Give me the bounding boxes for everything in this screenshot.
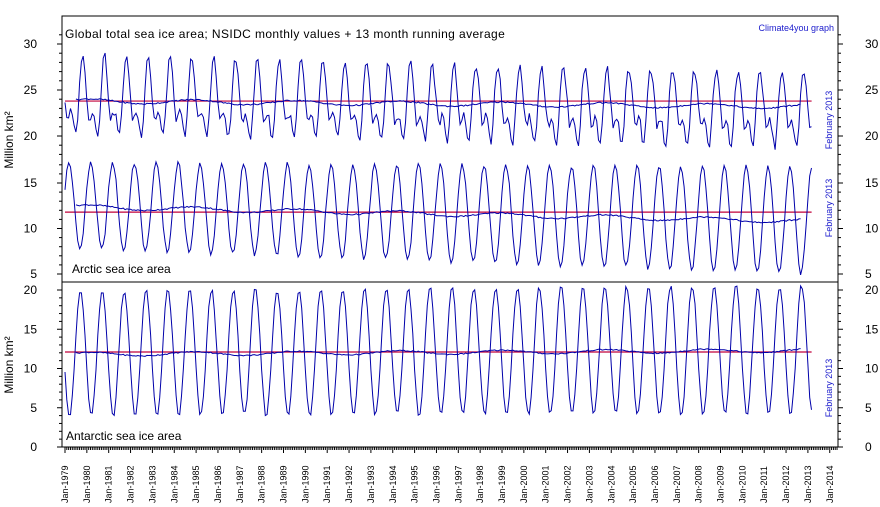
xtick-label-Jan-1993: Jan-1993 bbox=[366, 465, 376, 503]
ytick-label-right-antarctic-5: 5 bbox=[865, 401, 872, 415]
xtick-label-Jan-2009: Jan-2009 bbox=[716, 465, 726, 503]
series-monthly-antarctic bbox=[64, 284, 812, 417]
xtick-label-Jan-1990: Jan-1990 bbox=[300, 465, 310, 503]
date-label-antarctic: February 2013 bbox=[824, 359, 834, 418]
ytick-label-left-antarctic-15: 15 bbox=[24, 322, 38, 336]
xtick-label-Jan-1996: Jan-1996 bbox=[431, 465, 441, 503]
xtick-label-Jan-2006: Jan-2006 bbox=[650, 465, 660, 503]
ytick-label-right-antarctic-15: 15 bbox=[865, 322, 879, 336]
ytick-label-left-arctic-5: 5 bbox=[30, 267, 37, 281]
xtick-label-Jan-2013: Jan-2013 bbox=[803, 465, 813, 503]
xtick-label-Jan-1992: Jan-1992 bbox=[344, 465, 354, 503]
xtick-label-Jan-1983: Jan-1983 bbox=[147, 465, 157, 503]
ytick-label-right-global-30: 30 bbox=[865, 37, 879, 51]
ytick-label-right-global-20: 20 bbox=[865, 129, 879, 143]
chart-title: Global total sea ice area; NSIDC monthly… bbox=[65, 27, 505, 41]
sea-ice-chart: Global total sea ice area; NSIDC monthly… bbox=[2, 15, 879, 503]
ytick-label-left-antarctic-0: 0 bbox=[30, 440, 37, 454]
ytick-label-right-arctic-10: 10 bbox=[865, 222, 879, 236]
ytick-label-left-arctic-15: 15 bbox=[24, 176, 38, 190]
ylabel-bottom: Million km² bbox=[2, 336, 16, 393]
ytick-label-left-global-25: 25 bbox=[24, 83, 38, 97]
xtick-label-Jan-1999: Jan-1999 bbox=[497, 465, 507, 503]
date-label-global: February 2013 bbox=[824, 91, 834, 150]
xtick-label-Jan-2002: Jan-2002 bbox=[563, 465, 573, 503]
ytick-label-left-global-20: 20 bbox=[24, 129, 38, 143]
xtick-label-Jan-2007: Jan-2007 bbox=[672, 465, 682, 503]
xtick-label-Jan-1988: Jan-1988 bbox=[257, 465, 267, 503]
xtick-label-Jan-1998: Jan-1998 bbox=[475, 465, 485, 503]
xtick-label-Jan-1995: Jan-1995 bbox=[410, 465, 420, 503]
date-label-arctic: February 2013 bbox=[824, 179, 834, 238]
antarctic-panel-label: Antarctic sea ice area bbox=[66, 429, 182, 443]
xtick-label-Jan-2000: Jan-2000 bbox=[519, 465, 529, 503]
xtick-label-Jan-1994: Jan-1994 bbox=[388, 465, 398, 503]
ytick-label-left-antarctic-5: 5 bbox=[30, 401, 37, 415]
ytick-label-right-arctic-15: 15 bbox=[865, 176, 879, 190]
ylabel-top: Million km² bbox=[2, 111, 16, 168]
ytick-label-right-global-25: 25 bbox=[865, 83, 879, 97]
xtick-label-Jan-2010: Jan-2010 bbox=[737, 465, 747, 503]
xtick-label-Jan-1979: Jan-1979 bbox=[60, 465, 70, 503]
xtick-label-Jan-2005: Jan-2005 bbox=[628, 465, 638, 503]
ytick-label-left-antarctic-10: 10 bbox=[24, 362, 38, 376]
xtick-label-Jan-2004: Jan-2004 bbox=[606, 465, 616, 503]
series-running-mean-global bbox=[75, 98, 801, 110]
xtick-label-Jan-2003: Jan-2003 bbox=[584, 465, 594, 503]
xtick-label-Jan-1985: Jan-1985 bbox=[191, 465, 201, 503]
ytick-label-left-global-30: 30 bbox=[24, 37, 38, 51]
xtick-label-Jan-1980: Jan-1980 bbox=[82, 465, 92, 503]
xtick-label-Jan-1982: Jan-1982 bbox=[126, 465, 136, 503]
xtick-label-Jan-1997: Jan-1997 bbox=[453, 465, 463, 503]
xtick-label-Jan-2011: Jan-2011 bbox=[759, 466, 769, 503]
xtick-label-Jan-2012: Jan-2012 bbox=[781, 465, 791, 503]
ytick-label-left-arctic-10: 10 bbox=[24, 222, 38, 236]
ytick-label-left-antarctic-20: 20 bbox=[24, 283, 38, 297]
xtick-label-Jan-2014: Jan-2014 bbox=[825, 465, 835, 503]
xtick-label-Jan-1991: Jan-1991 bbox=[322, 465, 332, 503]
xtick-label-Jan-1987: Jan-1987 bbox=[235, 465, 245, 503]
xtick-label-Jan-2008: Jan-2008 bbox=[694, 465, 704, 503]
series-monthly-arctic bbox=[64, 160, 812, 276]
ytick-label-right-antarctic-10: 10 bbox=[865, 362, 879, 376]
ytick-label-right-arctic-5: 5 bbox=[865, 267, 872, 281]
xtick-label-Jan-1986: Jan-1986 bbox=[213, 465, 223, 503]
ytick-label-right-antarctic-0: 0 bbox=[865, 440, 872, 454]
ytick-label-right-antarctic-20: 20 bbox=[865, 283, 879, 297]
xtick-label-Jan-1989: Jan-1989 bbox=[279, 465, 289, 503]
xtick-label-Jan-1981: Jan-1981 bbox=[104, 465, 114, 503]
credit-label: Climate4you graph bbox=[758, 23, 834, 33]
xtick-label-Jan-2001: Jan-2001 bbox=[541, 465, 551, 503]
arctic-panel-label: Arctic sea ice area bbox=[72, 262, 171, 276]
xtick-label-Jan-1984: Jan-1984 bbox=[169, 465, 179, 503]
